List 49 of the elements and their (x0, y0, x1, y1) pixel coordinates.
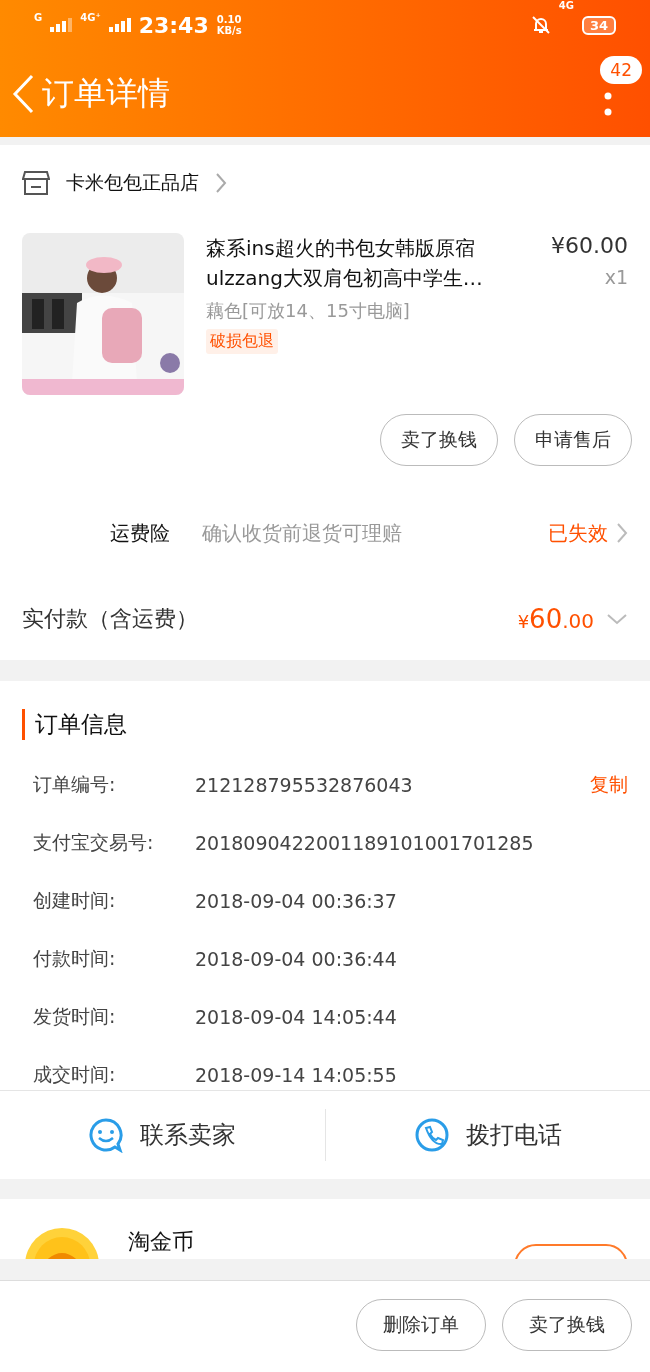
signal-icon (108, 18, 131, 32)
phone-icon (413, 1117, 450, 1153)
info-value: 2018-09-04 00:36:37 (195, 890, 397, 912)
insurance-description: 确认收货前退货可理赔 (202, 519, 403, 547)
chevron-right-icon (616, 522, 628, 544)
info-value: 212128795532876043 (195, 774, 413, 796)
product-variant: 藕色[可放14、15寸电脑] (206, 299, 411, 323)
info-label: 付款时间: (33, 946, 117, 971)
battery-icon: 34 (581, 15, 616, 35)
page-title: 订单详情 (42, 72, 170, 114)
service-tag: 破损包退 (206, 329, 278, 354)
network-label: G (34, 12, 43, 23)
action-button[interactable]: 卖了换钱 (502, 1299, 632, 1351)
clock: 23:43 (138, 12, 209, 38)
message-count-badge: 42 (600, 56, 642, 84)
back-icon[interactable] (12, 73, 34, 114)
muted-bell-icon (530, 15, 551, 35)
chevron-down-icon[interactable] (606, 613, 628, 625)
info-label: 支付宝交易号: (33, 830, 155, 855)
contact-link[interactable]: 联系卖家 (140, 1119, 237, 1151)
product-price: ¥60.00 (551, 233, 628, 258)
chat-icon (88, 1117, 125, 1153)
info-label: 订单编号: (33, 772, 117, 797)
speed-value: 0.10 (216, 14, 242, 25)
info-label: 成交时间: (33, 1062, 117, 1087)
network-label: 4G (558, 0, 574, 11)
action-button[interactable]: 申请售后 (514, 414, 632, 466)
info-value: 2018090422001189101001701285 (195, 832, 534, 854)
action-button[interactable]: 删除订单 (356, 1299, 486, 1351)
product-title[interactable]: 森系ins超火的书包女韩版原宿ulzzang大双肩包初高中学生… (206, 233, 526, 293)
chevron-right-icon (215, 171, 227, 194)
section-title: 订单信息 (22, 709, 628, 740)
info-value: 2018-09-04 14:05:44 (195, 1006, 397, 1028)
network-label: 4G⁺ (80, 12, 101, 23)
shop-name[interactable]: 卡米包包正品店 (66, 169, 199, 196)
store-icon (22, 169, 50, 196)
speed-unit: KB/s (216, 25, 242, 36)
signal-icon (50, 18, 73, 32)
coin-title: 淘金币 (128, 1228, 194, 1256)
info-value: 2018-09-04 00:36:44 (195, 948, 397, 970)
info-value: 2018-09-14 14:05:55 (195, 1064, 397, 1086)
product-quantity: x1 (603, 266, 628, 288)
info-label: 发货时间: (33, 1004, 117, 1029)
info-label: 创建时间: (33, 888, 117, 913)
payment-label: 实付款（含运费） (22, 605, 198, 633)
insurance-label: 运费险 (110, 519, 171, 547)
action-button[interactable]: 卖了换钱 (380, 414, 498, 466)
payment-amount: ¥60.00 (517, 604, 594, 634)
contact-link[interactable]: 拨打电话 (465, 1119, 562, 1151)
